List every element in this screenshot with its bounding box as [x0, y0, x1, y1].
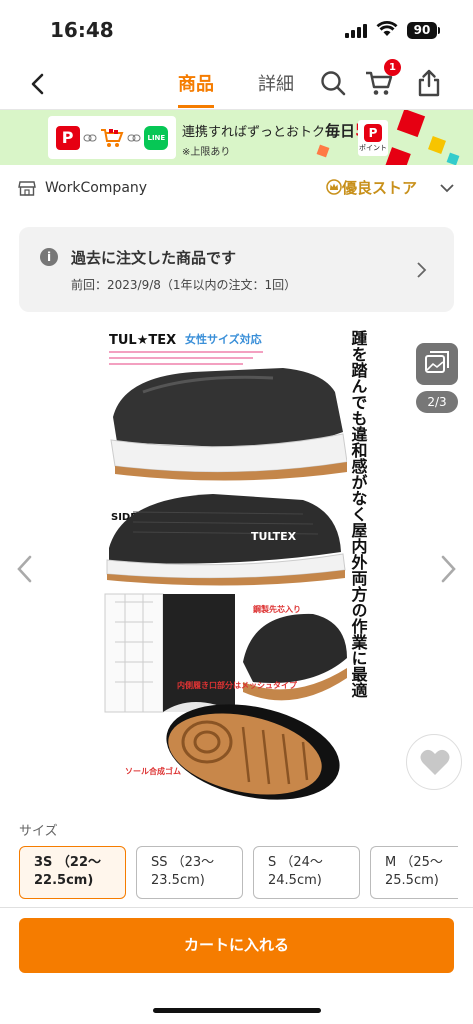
home-indicator	[153, 1008, 321, 1013]
banner-note: ※上限あり	[182, 147, 231, 158]
link-icon	[127, 134, 141, 141]
heart-icon	[420, 749, 450, 775]
size-option-text: 25.5cm)	[385, 873, 439, 888]
top-nav: 商品 詳細	[0, 58, 473, 110]
image-shoe-logo-text: TULTEX	[251, 530, 297, 543]
confetti-decor	[316, 144, 330, 158]
chevron-right-icon	[417, 262, 427, 278]
chevron-down-icon[interactable]	[438, 179, 456, 197]
excellent-store-badge: 優良ストア	[326, 177, 417, 198]
store-row[interactable]: WorkCompany 優良ストア	[0, 165, 473, 211]
line-icon: LINE	[144, 125, 169, 150]
image-vertical-text: 踵を踏んでも違和感がなく屋内外両方の作業に最適	[349, 329, 369, 698]
size-option-text: SS （23〜	[151, 855, 215, 870]
gallery-grid-button[interactable]	[416, 343, 458, 385]
product-image[interactable]: TUL★TEX 女性サイズ対応 踵を踏んでも違和感がなく屋内外両方の作業に最適 …	[103, 322, 368, 812]
size-option-text: 3S （22〜	[34, 855, 102, 870]
image-mesh-text: 内側履き口部分はメッシュタイプ	[177, 680, 298, 690]
tab-product[interactable]: 商品	[178, 70, 214, 108]
battery-tip	[438, 27, 440, 34]
confetti-decor	[385, 147, 411, 165]
cart-count-badge: 1	[384, 59, 401, 76]
confetti-decor	[428, 136, 446, 154]
image-sole-text: ソール合成ゴム	[125, 766, 181, 776]
link-icon	[83, 134, 97, 141]
share-icon[interactable]	[414, 68, 444, 98]
size-label: サイズ	[19, 824, 58, 839]
store-name[interactable]: WorkCompany	[45, 180, 147, 196]
link-logos: P LINE	[48, 116, 176, 159]
size-option-3s[interactable]: 3S （22〜 22.5cm)	[19, 846, 126, 899]
image-steel-toe-text: 鋼製先芯入り	[252, 604, 301, 614]
image-brand-text: TUL★TEX	[109, 333, 176, 348]
notice-title: 過去に注文した商品です	[71, 249, 237, 267]
signal-icon	[345, 24, 367, 38]
store-icon	[18, 181, 36, 196]
status-time: 16:48	[50, 18, 114, 42]
confetti-decor	[446, 152, 460, 165]
search-icon[interactable]	[318, 68, 348, 98]
paypay-icon: P	[55, 125, 80, 150]
wifi-icon	[376, 21, 398, 36]
battery-icon: 90	[407, 22, 437, 39]
add-to-cart-button[interactable]: カートに入れる	[19, 918, 454, 973]
confetti-decor	[396, 110, 426, 138]
past-order-notice[interactable]: i 過去に注文した商品です 前回：2023/9/8（1年以内の注文：1回）	[19, 227, 454, 312]
shopping-cart-logo-icon	[100, 128, 124, 147]
image-counter: 2/3	[416, 391, 458, 413]
size-option-text: 24.5cm)	[268, 873, 322, 888]
size-option-text: M （25〜	[385, 855, 443, 870]
size-option-text: S （24〜	[268, 855, 323, 870]
point-badge: P ポイント	[358, 120, 388, 156]
image-size-text: 女性サイズ対応	[185, 332, 262, 346]
status-bar: 16:48 90	[0, 0, 473, 58]
notice-subtitle: 前回：2023/9/8（1年以内の注文：1回）	[71, 278, 297, 292]
images-icon	[425, 351, 449, 373]
size-option-text: 22.5cm)	[34, 873, 94, 888]
size-option-ss[interactable]: SS （23〜 23.5cm)	[136, 846, 243, 899]
size-option-m[interactable]: M （25〜 25.5cm)	[370, 846, 458, 899]
info-icon: i	[40, 248, 58, 266]
size-option-text: 23.5cm)	[151, 873, 205, 888]
tab-details[interactable]: 詳細	[258, 70, 294, 96]
chevron-right-icon[interactable]	[437, 554, 459, 584]
banner-headline: 連携すればずっとおトク毎日5%	[182, 121, 384, 141]
product-gallery[interactable]: TUL★TEX 女性サイズ対応 踵を踏んでも違和感がなく屋内外両方の作業に最適 …	[0, 322, 473, 812]
favorite-button[interactable]	[406, 734, 462, 790]
promo-banner[interactable]: P LINE 連携すればずっとおトク毎日5% ※上限あり P ポイント	[0, 110, 473, 165]
crown-icon	[326, 179, 342, 195]
size-options: 3S （22〜 22.5cm) SS （23〜 23.5cm) S （24〜 2…	[19, 846, 458, 899]
back-icon[interactable]	[24, 70, 52, 98]
chevron-left-icon[interactable]	[14, 554, 36, 584]
size-option-s[interactable]: S （24〜 24.5cm)	[253, 846, 360, 899]
divider	[0, 907, 473, 908]
